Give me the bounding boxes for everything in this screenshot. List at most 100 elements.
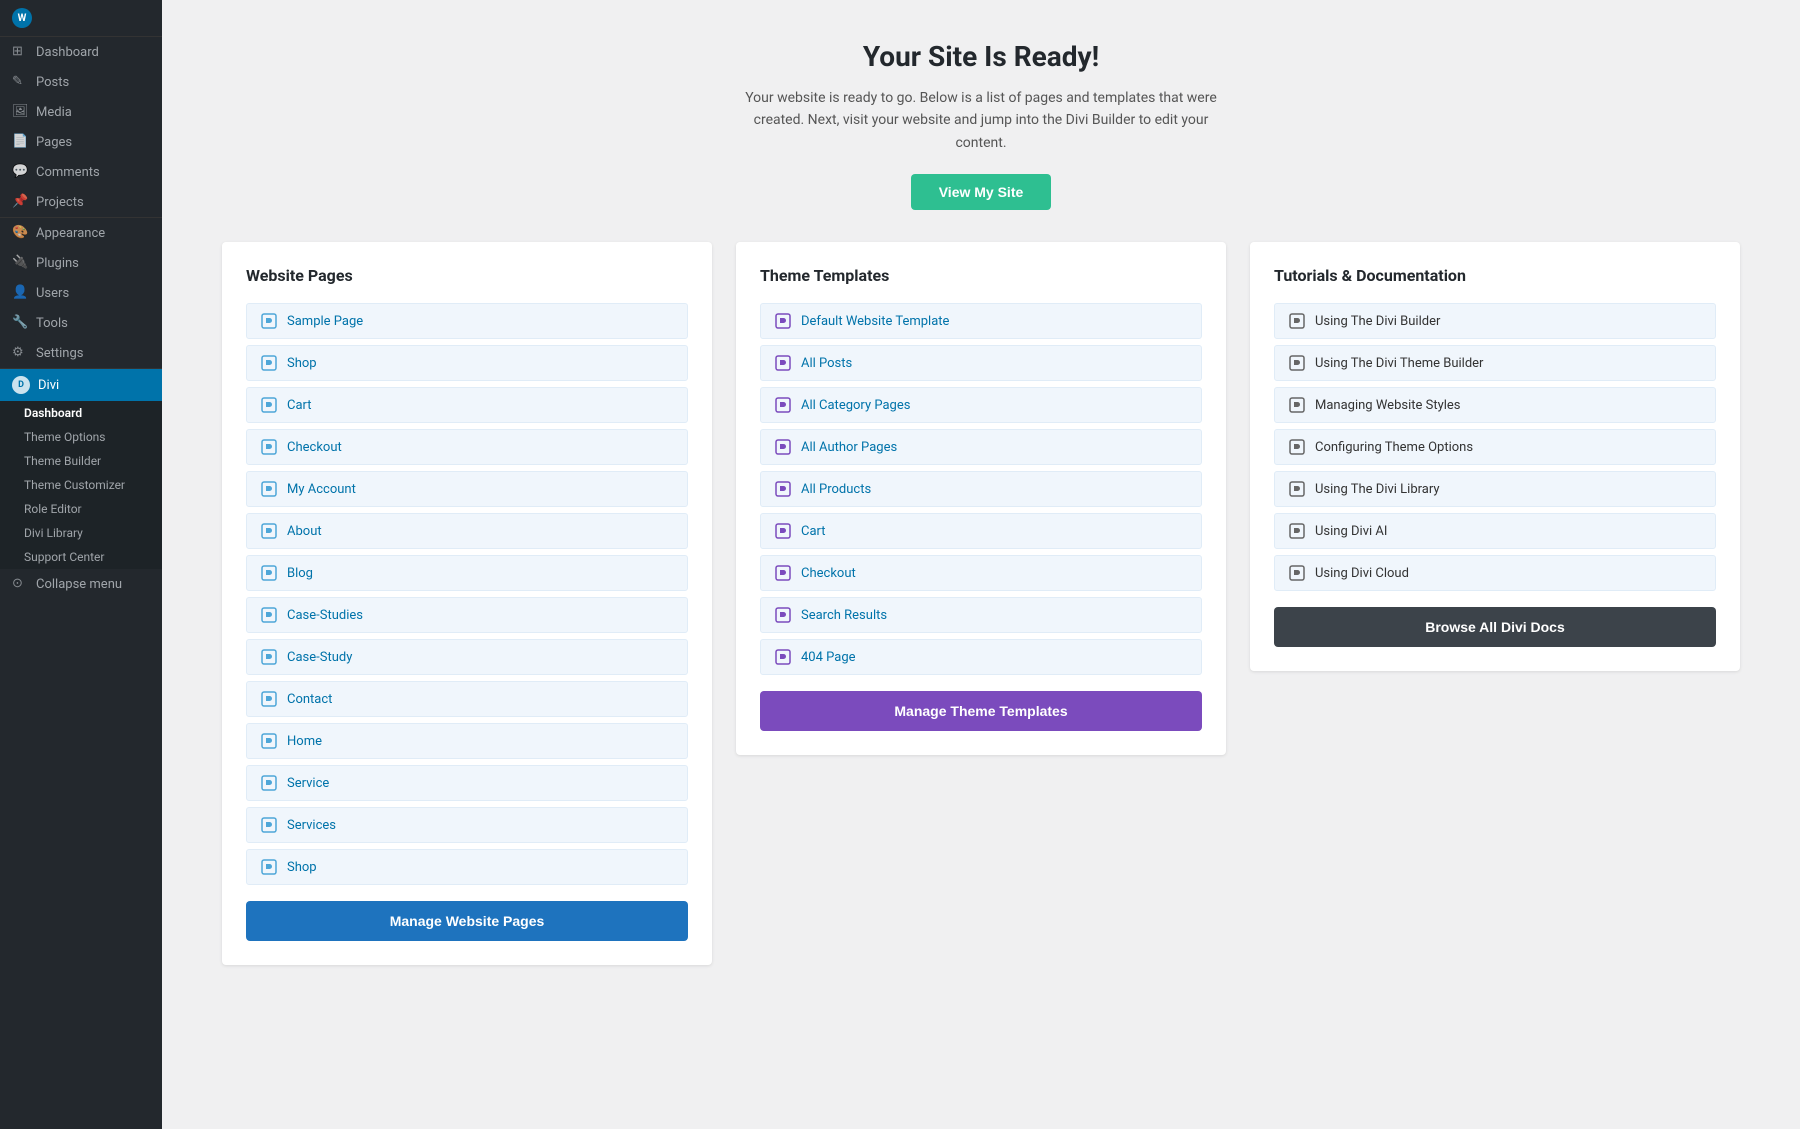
website-page-item[interactable]: About — [246, 513, 688, 549]
divi-page-icon — [261, 775, 277, 791]
sidebar: W ⊞ Dashboard ✎ Posts 🖼 Media 📄 Pages 💬 … — [0, 0, 162, 1129]
tools-icon: 🔧 — [12, 315, 28, 331]
theme-template-item[interactable]: Search Results — [760, 597, 1202, 633]
tutorial-item[interactable]: Using Divi AI — [1274, 513, 1716, 549]
theme-template-item[interactable]: All Posts — [760, 345, 1202, 381]
divi-page-icon — [261, 817, 277, 833]
sidebar-item-posts[interactable]: ✎ Posts — [0, 67, 162, 97]
sidebar-item-pages-label: Pages — [36, 135, 72, 150]
theme-template-item[interactable]: Default Website Template — [760, 303, 1202, 339]
divi-template-icon — [775, 607, 791, 623]
divi-template-icon — [775, 313, 791, 329]
columns-container: Website Pages Sample Page Shop Cart Chec… — [222, 242, 1740, 965]
browse-divi-docs-button[interactable]: Browse All Divi Docs — [1274, 607, 1716, 647]
divi-page-icon — [261, 397, 277, 413]
theme-template-item[interactable]: All Author Pages — [760, 429, 1202, 465]
tutorials-heading: Tutorials & Documentation — [1274, 266, 1716, 285]
sidebar-item-plugins-label: Plugins — [36, 256, 79, 271]
sidebar-item-comments-label: Comments — [36, 165, 100, 180]
sidebar-item-collapse[interactable]: ⊙ Collapse menu — [0, 569, 162, 599]
divi-page-icon — [261, 565, 277, 581]
divi-submenu-theme-options[interactable]: Theme Options — [0, 425, 162, 449]
divi-page-icon — [261, 313, 277, 329]
divi-template-icon — [775, 523, 791, 539]
sidebar-item-tools-label: Tools — [36, 316, 68, 331]
divi-submenu-divi-library[interactable]: Divi Library — [0, 521, 162, 545]
theme-template-item[interactable]: 404 Page — [760, 639, 1202, 675]
sidebar-item-posts-label: Posts — [36, 75, 69, 90]
website-pages-heading: Website Pages — [246, 266, 688, 285]
page-subtitle: Your website is ready to go. Below is a … — [731, 87, 1231, 154]
dashboard-icon: ⊞ — [12, 44, 28, 60]
settings-icon: ⚙ — [12, 345, 28, 361]
website-page-item[interactable]: Cart — [246, 387, 688, 423]
divi-submenu-role-editor[interactable]: Role Editor — [0, 497, 162, 521]
sidebar-collapse-label: Collapse menu — [36, 577, 122, 592]
website-page-item[interactable]: Services — [246, 807, 688, 843]
sidebar-item-appearance[interactable]: 🎨 Appearance — [0, 218, 162, 248]
divi-template-icon — [775, 649, 791, 665]
website-page-item[interactable]: Case-Studies — [246, 597, 688, 633]
website-page-item[interactable]: Checkout — [246, 429, 688, 465]
sidebar-item-pages[interactable]: 📄 Pages — [0, 127, 162, 157]
divi-submenu-theme-customizer[interactable]: Theme Customizer — [0, 473, 162, 497]
posts-icon: ✎ — [12, 74, 28, 90]
sidebar-item-media-label: Media — [36, 105, 72, 120]
tutorials-column: Tutorials & Documentation Using The Divi… — [1250, 242, 1740, 671]
sidebar-item-comments[interactable]: 💬 Comments — [0, 157, 162, 187]
divi-icon: D — [12, 376, 30, 394]
manage-website-pages-button[interactable]: Manage Website Pages — [246, 901, 688, 941]
sidebar-item-tools[interactable]: 🔧 Tools — [0, 308, 162, 338]
media-icon: 🖼 — [12, 104, 28, 120]
divi-page-icon — [261, 691, 277, 707]
sidebar-item-dashboard[interactable]: ⊞ Dashboard — [0, 37, 162, 67]
tutorial-item[interactable]: Managing Website Styles — [1274, 387, 1716, 423]
website-pages-list: Sample Page Shop Cart Checkout My Accoun… — [246, 303, 688, 885]
sidebar-item-media[interactable]: 🖼 Media — [0, 97, 162, 127]
divi-submenu-theme-builder[interactable]: Theme Builder — [0, 449, 162, 473]
divi-submenu-dashboard[interactable]: Dashboard — [0, 401, 162, 425]
theme-template-item[interactable]: Cart — [760, 513, 1202, 549]
website-page-item[interactable]: My Account — [246, 471, 688, 507]
sidebar-item-dashboard-label: Dashboard — [36, 45, 99, 60]
website-page-item[interactable]: Sample Page — [246, 303, 688, 339]
comments-icon: 💬 — [12, 164, 28, 180]
sidebar-item-plugins[interactable]: 🔌 Plugins — [0, 248, 162, 278]
divi-submenu-support-center[interactable]: Support Center — [0, 545, 162, 569]
sidebar-item-settings[interactable]: ⚙ Settings — [0, 338, 162, 368]
website-page-item[interactable]: Shop — [246, 345, 688, 381]
divi-template-icon — [775, 439, 791, 455]
sidebar-nav: ⊞ Dashboard ✎ Posts 🖼 Media 📄 Pages 💬 Co… — [0, 37, 162, 599]
theme-template-item[interactable]: All Products — [760, 471, 1202, 507]
divi-tutorial-icon — [1289, 397, 1305, 413]
website-page-item[interactable]: Shop — [246, 849, 688, 885]
theme-template-item[interactable]: All Category Pages — [760, 387, 1202, 423]
manage-theme-templates-button[interactable]: Manage Theme Templates — [760, 691, 1202, 731]
sidebar-divi-label: Divi — [38, 378, 59, 393]
theme-template-item[interactable]: Checkout — [760, 555, 1202, 591]
sidebar-item-divi[interactable]: D Divi — [0, 369, 162, 401]
divi-page-icon — [261, 355, 277, 371]
divi-page-icon — [261, 607, 277, 623]
divi-page-icon — [261, 523, 277, 539]
website-pages-column: Website Pages Sample Page Shop Cart Chec… — [222, 242, 712, 965]
website-page-item[interactable]: Home — [246, 723, 688, 759]
sidebar-divi-section: D Divi Dashboard Theme Options Theme Bui… — [0, 368, 162, 569]
website-page-item[interactable]: Blog — [246, 555, 688, 591]
view-site-button[interactable]: View My Site — [911, 174, 1052, 210]
website-page-item[interactable]: Contact — [246, 681, 688, 717]
tutorial-item[interactable]: Using The Divi Theme Builder — [1274, 345, 1716, 381]
tutorial-item[interactable]: Using The Divi Library — [1274, 471, 1716, 507]
divi-tutorial-icon — [1289, 481, 1305, 497]
tutorial-item[interactable]: Using Divi Cloud — [1274, 555, 1716, 591]
page-title: Your Site Is Ready! — [222, 40, 1740, 73]
website-page-item[interactable]: Case-Study — [246, 639, 688, 675]
divi-template-icon — [775, 481, 791, 497]
tutorial-item[interactable]: Using The Divi Builder — [1274, 303, 1716, 339]
website-page-item[interactable]: Service — [246, 765, 688, 801]
sidebar-item-users[interactable]: 👤 Users — [0, 278, 162, 308]
theme-templates-column: Theme Templates Default Website Template… — [736, 242, 1226, 755]
tutorial-item[interactable]: Configuring Theme Options — [1274, 429, 1716, 465]
sidebar-item-projects[interactable]: 📌 Projects — [0, 187, 162, 217]
collapse-icon: ⊙ — [12, 576, 28, 592]
